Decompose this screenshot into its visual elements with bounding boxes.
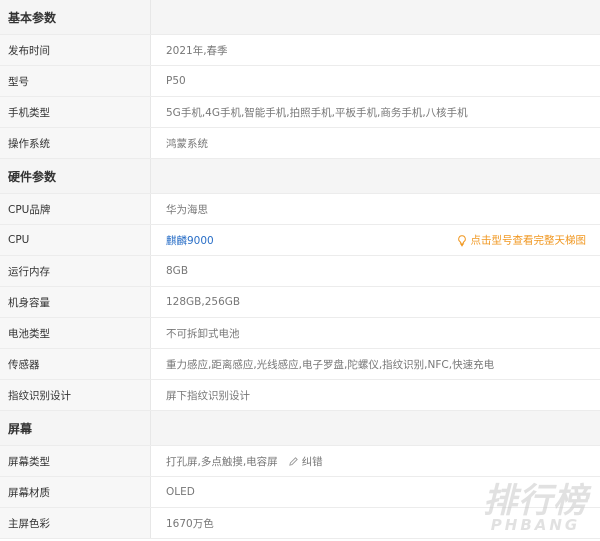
spec-label: 屏幕类型: [0, 446, 151, 476]
spec-row-os: 操作系统 鸿蒙系统: [0, 128, 600, 159]
spec-value: 8GB: [166, 265, 189, 277]
section-title: 硬件参数: [0, 159, 151, 193]
spec-row-fingerprint: 指纹识别设计 屏下指纹识别设计: [0, 380, 600, 411]
spec-label: CPU品牌: [0, 194, 151, 224]
spec-value: 打孔屏,多点触摸,电容屏: [166, 455, 278, 468]
pencil-icon: [288, 456, 298, 466]
spec-row-cpu-brand: CPU品牌 华为海思: [0, 194, 600, 225]
section-header-screen: 屏幕: [0, 411, 600, 446]
spec-label: 指纹识别设计: [0, 380, 151, 410]
spec-value: 鸿蒙系统: [166, 137, 208, 150]
spec-value: 华为海思: [166, 203, 208, 216]
spec-value: 不可拆卸式电池: [166, 327, 240, 340]
spec-row-screen-type: 屏幕类型 打孔屏,多点触摸,电容屏 纠错: [0, 446, 600, 477]
section-title: 基本参数: [0, 0, 151, 34]
spec-label: 机身容量: [0, 287, 151, 317]
spec-row-cpu: CPU 麒麟9000 点击型号查看完整天梯图: [0, 225, 600, 256]
spec-label: 操作系统: [0, 128, 151, 158]
spec-label: 主屏色彩: [0, 508, 151, 538]
cpu-model-link[interactable]: 麒麟9000: [166, 233, 214, 248]
spec-row-sensors: 传感器 重力感应,距离感应,光线感应,电子罗盘,陀螺仪,指纹识别,NFC,快速充…: [0, 349, 600, 380]
spec-row-phone-type: 手机类型 5G手机,4G手机,智能手机,拍照手机,平板手机,商务手机,八核手机: [0, 97, 600, 128]
spec-value: 屏下指纹识别设计: [166, 389, 250, 402]
correction-button[interactable]: 纠错: [288, 454, 323, 469]
spec-value: 重力感应,距离感应,光线感应,电子罗盘,陀螺仪,指纹识别,NFC,快速充电: [166, 358, 495, 371]
spec-row-release-date: 发布时间 2021年,春季: [0, 35, 600, 66]
spec-label: 传感器: [0, 349, 151, 379]
cpu-ladder-hint-link[interactable]: 点击型号查看完整天梯图: [456, 233, 587, 248]
spec-row-battery: 电池类型 不可拆卸式电池: [0, 318, 600, 349]
spec-value: P50: [166, 75, 186, 87]
spec-label: 屏幕材质: [0, 477, 151, 507]
spec-table: 基本参数 发布时间 2021年,春季 型号 P50 手机类型 5G手机,4G手机…: [0, 0, 600, 539]
spec-row-screen-colors: 主屏色彩 1670万色: [0, 508, 600, 539]
spec-label: 型号: [0, 66, 151, 96]
section-title: 屏幕: [0, 411, 151, 445]
section-header-basic: 基本参数: [0, 0, 600, 35]
spec-value: 128GB,256GB: [166, 296, 241, 308]
spec-row-ram: 运行内存 8GB: [0, 256, 600, 287]
section-header-hardware: 硬件参数: [0, 159, 600, 194]
spec-row-model: 型号 P50: [0, 66, 600, 97]
lightbulb-icon: [457, 234, 466, 246]
spec-row-screen-material: 屏幕材质 OLED: [0, 477, 600, 508]
spec-label: 运行内存: [0, 256, 151, 286]
spec-value: 1670万色: [166, 517, 214, 530]
spec-label: 手机类型: [0, 97, 151, 127]
spec-label: 电池类型: [0, 318, 151, 348]
spec-value: OLED: [166, 486, 195, 498]
correction-label: 纠错: [301, 455, 323, 468]
spec-value: 2021年,春季: [166, 44, 228, 57]
hint-text: 点击型号查看完整天梯图: [470, 234, 587, 247]
spec-value: 5G手机,4G手机,智能手机,拍照手机,平板手机,商务手机,八核手机: [166, 106, 468, 119]
spec-row-storage: 机身容量 128GB,256GB: [0, 287, 600, 318]
spec-label: CPU: [0, 225, 151, 255]
spec-label: 发布时间: [0, 35, 151, 65]
